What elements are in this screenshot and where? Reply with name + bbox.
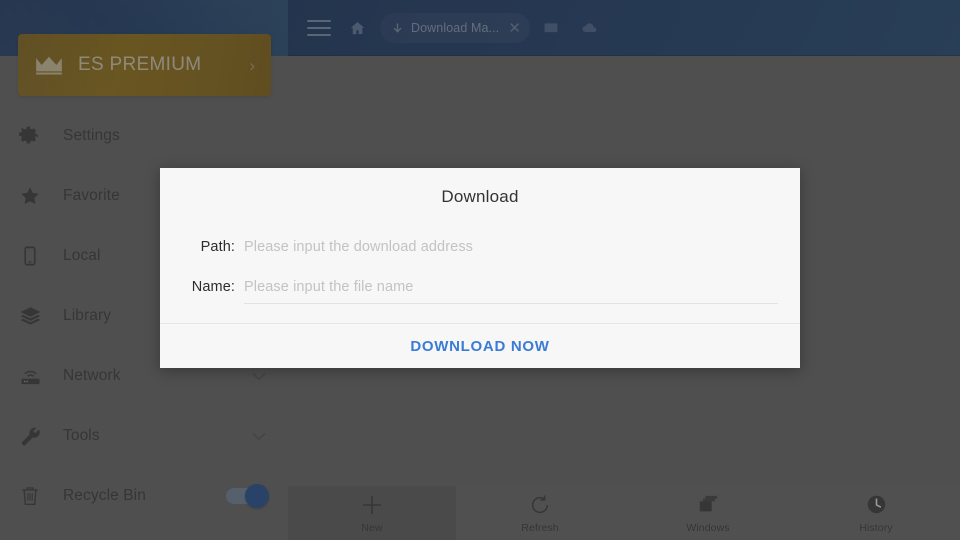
download-dialog: Download Path: Please input the download… <box>160 168 800 368</box>
toolbar-label-new: New <box>361 521 383 534</box>
crown-icon <box>36 56 62 75</box>
name-field-row[interactable]: Name: Please input the file name <box>182 270 778 304</box>
toolbar-item-refresh[interactable]: Refresh <box>456 486 624 540</box>
toggle-knob <box>245 484 269 508</box>
name-label: Name: <box>191 279 235 295</box>
trash-icon <box>17 483 43 509</box>
path-input[interactable]: Please input the download address <box>244 230 778 264</box>
download-now-button[interactable]: DOWNLOAD NOW <box>160 324 800 368</box>
sidebar-item-settings[interactable]: Settings <box>0 106 288 166</box>
path-field-row[interactable]: Path: Please input the download address <box>182 230 778 264</box>
toolbar-label-history: History <box>859 521 893 534</box>
sidebar-label-tools: Tools <box>63 427 100 444</box>
toolbar-label-refresh: Refresh <box>521 521 559 534</box>
phone-icon <box>17 243 43 269</box>
gear-icon <box>17 123 43 149</box>
bottom-toolbar: New Refresh Windows History <box>288 486 960 540</box>
toolbar-item-windows[interactable]: Windows <box>624 486 792 540</box>
name-input[interactable]: Please input the file name <box>244 270 778 304</box>
dialog-title: Download <box>441 187 519 206</box>
home-icon[interactable] <box>340 11 374 45</box>
star-icon <box>17 183 43 209</box>
browser-tab[interactable]: Download Ma... ✕ <box>380 13 530 43</box>
plus-icon <box>360 493 384 517</box>
top-navigation-bar: Download Ma... ✕ <box>288 0 960 56</box>
app-root: Download Ma... ✕ New Refresh Windows His… <box>0 0 960 540</box>
recycle-bin-toggle[interactable] <box>226 484 269 508</box>
wrench-icon <box>17 423 43 449</box>
sidebar-label-recycle-bin: Recycle Bin <box>63 487 146 504</box>
chevron-right-icon: › <box>249 55 255 75</box>
bookmark-grid-icon[interactable] <box>534 11 568 45</box>
hamburger-menu-icon[interactable] <box>302 11 336 45</box>
es-premium-banner[interactable]: ES PREMIUM › <box>18 34 271 96</box>
toolbar-item-new[interactable]: New <box>288 486 456 540</box>
es-premium-label: ES PREMIUM <box>78 54 202 75</box>
toolbar-item-history[interactable]: History <box>792 486 960 540</box>
router-wifi-icon <box>17 363 43 389</box>
sidebar-item-tools[interactable]: Tools <box>0 406 288 466</box>
sidebar-label-settings: Settings <box>63 127 120 144</box>
stacked-windows-icon <box>697 493 719 517</box>
download-arrow-icon <box>393 23 402 33</box>
close-x-icon[interactable]: ✕ <box>505 21 524 36</box>
browser-tab-title: Download Ma... <box>411 21 500 35</box>
layers-icon <box>17 303 43 329</box>
chevron-down-icon[interactable] <box>252 372 266 381</box>
download-now-label: DOWNLOAD NOW <box>410 337 550 355</box>
cloud-icon[interactable] <box>572 11 606 45</box>
sidebar-label-network: Network <box>63 367 121 384</box>
chevron-down-icon[interactable] <box>252 432 266 441</box>
toolbar-label-windows: Windows <box>686 521 730 534</box>
sidebar-item-recycle-bin[interactable]: Recycle Bin <box>0 466 288 526</box>
path-label: Path: <box>200 239 235 255</box>
refresh-circle-icon <box>529 493 551 517</box>
clock-icon <box>866 493 887 517</box>
